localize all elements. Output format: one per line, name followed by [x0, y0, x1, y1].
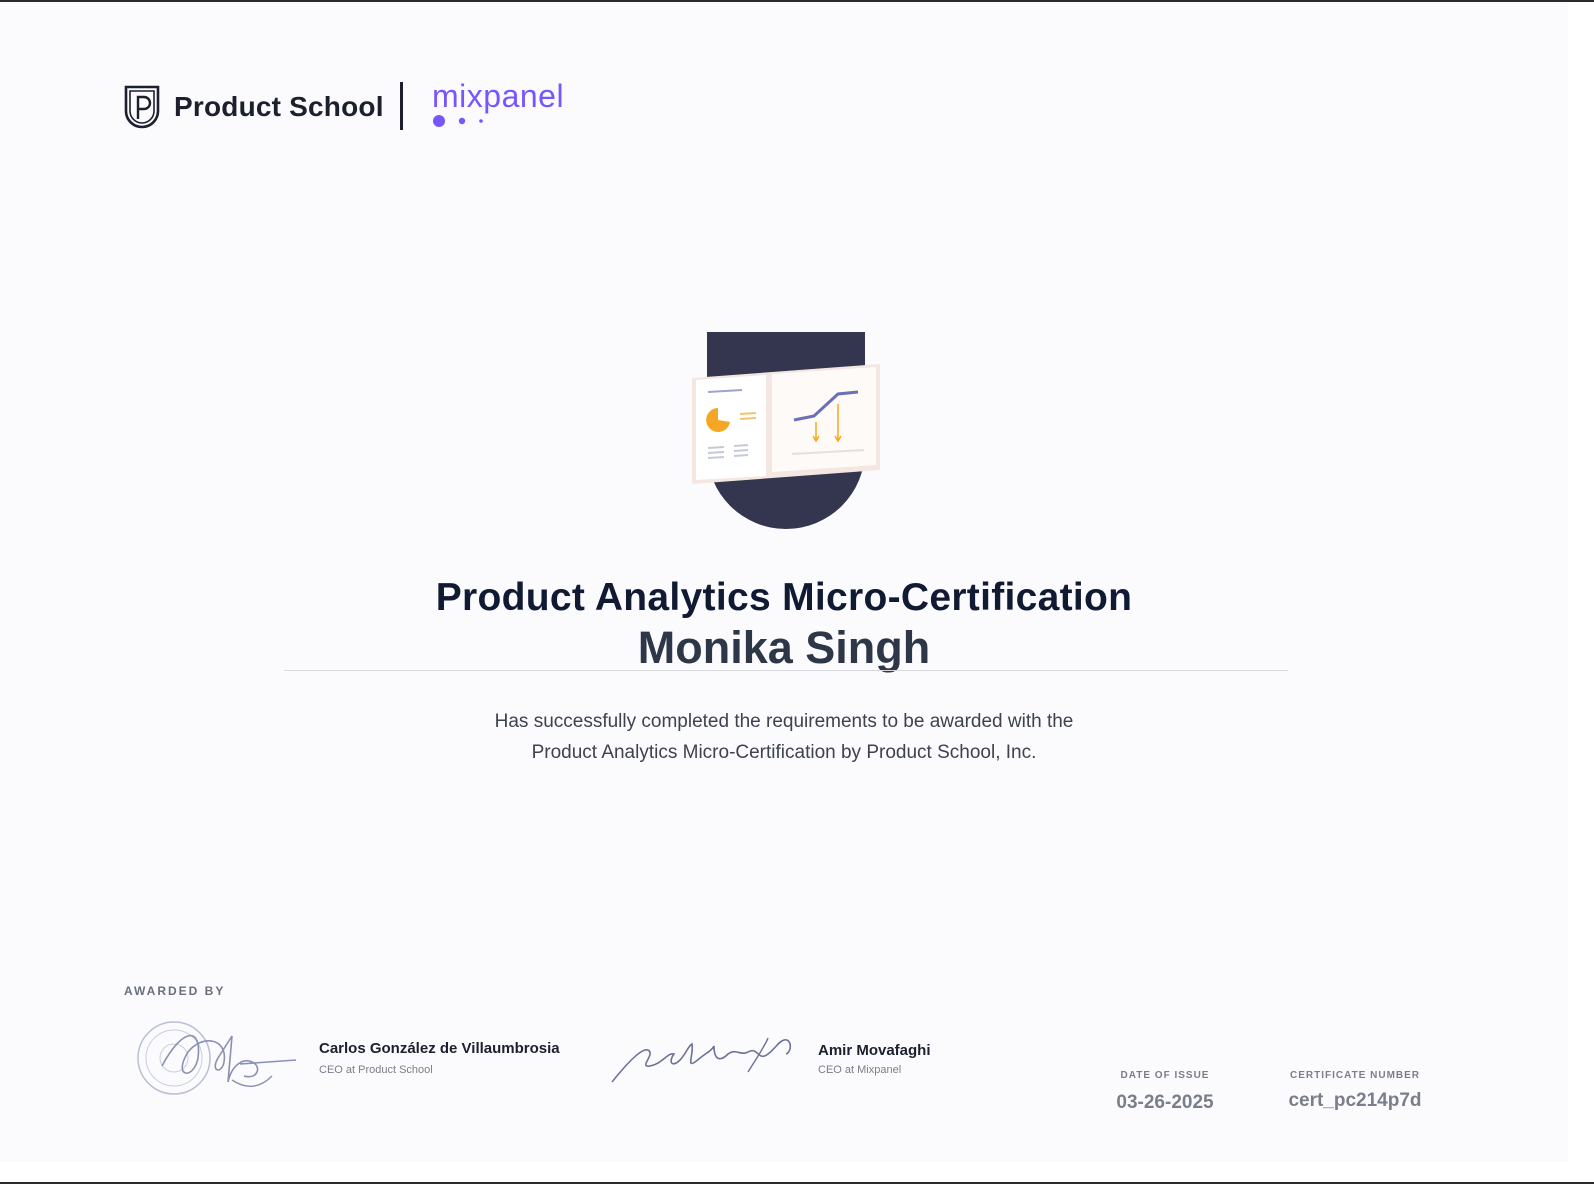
date-of-issue-value: 03-26-2025 — [1116, 1092, 1214, 1113]
logo-divider — [400, 82, 403, 130]
certificate-description: Has successfully completed the requireme… — [0, 706, 1568, 768]
mixpanel-wordmark: mixpanel — [432, 78, 565, 114]
mixpanel-logo: mixpanel — [432, 78, 582, 132]
certificate-number-value: cert_pc214p7d — [1288, 1090, 1422, 1111]
certificate-number-label: CERTIFICATE NUMBER — [1289, 1070, 1421, 1081]
description-line-2: Product Analytics Micro-Certification by… — [531, 742, 1037, 763]
signer-role-amir: CEO at Mixpanel — [818, 1064, 902, 1076]
signer-role-carlos: CEO at Product School — [319, 1064, 433, 1076]
signer-name-carlos: Carlos González de Villaumbrosia — [319, 1040, 560, 1057]
product-school-shield-icon — [124, 85, 160, 129]
product-school-wordmark: Product School — [174, 91, 384, 122]
date-of-issue-label: DATE OF ISSUE — [1120, 1070, 1210, 1081]
certificate-title: Product Analytics Micro-Certification — [435, 576, 1133, 619]
signature-amir-image — [611, 1037, 792, 1083]
awarded-by-label: AWARDED BY — [124, 984, 226, 998]
signer-name-amir: Amir Movafaghi — [818, 1042, 931, 1059]
signature-carlos-image — [137, 1021, 297, 1095]
analytics-badge-icon — [692, 332, 880, 529]
product-school-logo: Product School — [124, 84, 384, 130]
mixpanel-dots-icon — [433, 115, 483, 127]
name-underline — [284, 670, 1288, 671]
recipient-name: Monika Singh — [637, 622, 931, 673]
description-line-1: Has successfully completed the requireme… — [494, 711, 1074, 732]
certificate: Product School mixpanel Product Analytic… — [0, 2, 1568, 1162]
